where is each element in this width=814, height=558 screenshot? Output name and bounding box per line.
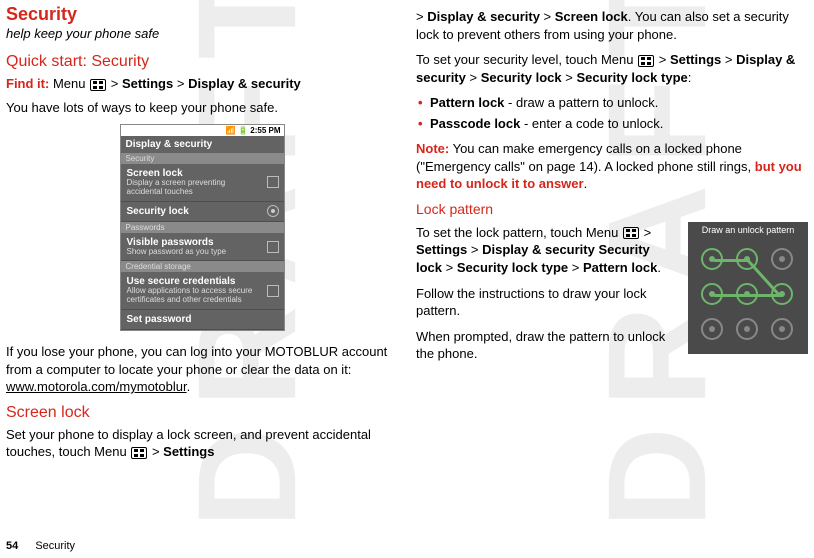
row-title: Set password [127, 314, 262, 325]
find-it-path-settings: Settings [122, 76, 173, 91]
checkbox-icon[interactable] [267, 241, 279, 253]
pattern-title: Draw an unlock pattern [688, 222, 808, 241]
set-level-security-lock: Security lock [481, 70, 562, 85]
screen-lock-paragraph: Set your phone to display a lock screen,… [6, 426, 398, 461]
lost-phone-text: If you lose your phone, you can log into… [6, 343, 398, 396]
list-item: Pattern lock - draw a pattern to unlock. [416, 94, 808, 112]
lost-phone-body: If you lose your phone, you can log into… [6, 344, 387, 377]
bullet-passcode-label: Passcode lock [430, 116, 520, 131]
find-it-menu-word: Menu [53, 76, 86, 91]
row-screen-lock[interactable]: Screen lock Display a screen preventing … [121, 164, 284, 202]
cont-display-security: Display & security [427, 9, 540, 24]
status-time: 2:55 PM [250, 126, 280, 135]
checkbox-icon[interactable] [267, 285, 279, 297]
pattern-dot[interactable] [701, 318, 723, 340]
menu-icon [131, 447, 147, 459]
page-number: 54 [6, 540, 18, 552]
screen-lock-b: Settings [163, 444, 214, 459]
cont-line: > Display & security > Screen lock. You … [416, 8, 808, 43]
bullet-passcode-text: - enter a code to unlock. [520, 116, 663, 131]
quick-start-heading: Quick start: Security [6, 53, 398, 71]
lp-pattern-lock: Pattern lock [583, 260, 657, 275]
pattern-dot[interactable] [701, 248, 723, 270]
lp-display-security: Display & security [482, 242, 595, 257]
set-level-line: To set your security level, touch Menu >… [416, 51, 808, 86]
bullet-pattern-label: Pattern lock [430, 95, 504, 110]
note-body: You can make emergency calls on a locked… [416, 141, 755, 174]
lp-settings: Settings [416, 242, 467, 257]
pattern-screenshot: Draw an unlock pattern [688, 222, 808, 354]
menu-icon [623, 227, 639, 239]
set-level-a: To set your security level, touch Menu [416, 52, 634, 67]
find-it-label: Find it: [6, 76, 49, 91]
list-item: Passcode lock - enter a code to unlock. [416, 115, 808, 133]
checkbox-icon[interactable] [267, 176, 279, 188]
pattern-dot[interactable] [771, 318, 793, 340]
section-credential-storage: Credential storage [121, 261, 284, 272]
disclosure-icon[interactable] [267, 205, 279, 217]
note-paragraph: Note: You can make emergency calls on a … [416, 140, 808, 193]
tagline: help keep your phone safe [6, 26, 398, 41]
phone-screenshot: 📶 🔋 2:55 PM Display & security Security … [120, 124, 285, 331]
section-security: Security [121, 153, 284, 164]
pattern-grid[interactable] [694, 241, 802, 341]
menu-icon [90, 79, 106, 91]
page-footer: 54 Security [6, 540, 75, 552]
page-title: Security [6, 4, 398, 25]
row-sub: Show password as you type [127, 248, 262, 257]
set-level-security-lock-type: Security lock type [576, 70, 687, 85]
footer-section: Security [35, 540, 75, 552]
row-security-lock[interactable]: Security lock [121, 202, 284, 222]
screen-header: Display & security [121, 136, 284, 153]
lock-options-list: Pattern lock - draw a pattern to unlock.… [416, 94, 808, 132]
right-column: > Display & security > Screen lock. You … [416, 4, 808, 469]
pattern-dot[interactable] [701, 283, 723, 305]
pattern-dot[interactable] [771, 248, 793, 270]
row-set-password[interactable]: Set password [121, 310, 284, 330]
lp-a: To set the lock pattern, touch Menu [416, 225, 618, 240]
lp-security-lock-type: Security lock type [457, 260, 568, 275]
note-label: Note: [416, 141, 449, 156]
mymotoblur-link[interactable]: www.motorola.com/mymotoblur [6, 379, 187, 394]
row-visible-passwords[interactable]: Visible passwords Show password as you t… [121, 233, 284, 262]
status-bar: 📶 🔋 2:55 PM [121, 125, 284, 136]
row-title: Security lock [127, 206, 262, 217]
pattern-dot[interactable] [736, 283, 758, 305]
cont-screen-lock: Screen lock [555, 9, 628, 24]
pattern-dot[interactable] [771, 283, 793, 305]
find-it-path-display-security: Display & security [188, 76, 301, 91]
bullet-pattern-text: - draw a pattern to unlock. [504, 95, 658, 110]
set-level-settings: Settings [670, 52, 721, 67]
lock-pattern-heading: Lock pattern [416, 201, 808, 217]
row-use-secure-credentials[interactable]: Use secure credentials Allow application… [121, 272, 284, 310]
intro-text: You have lots of ways to keep your phone… [6, 99, 398, 117]
left-column: Security help keep your phone safe Quick… [6, 4, 398, 469]
pattern-dot[interactable] [736, 318, 758, 340]
row-sub: Display a screen preventing accidental t… [127, 179, 262, 197]
menu-icon [638, 55, 654, 67]
find-it-line: Find it: Menu > Settings > Display & sec… [6, 75, 398, 93]
pattern-dot[interactable] [736, 248, 758, 270]
row-sub: Allow applications to access secure cert… [127, 287, 262, 305]
screen-lock-heading: Screen lock [6, 404, 398, 422]
section-passwords: Passwords [121, 222, 284, 233]
